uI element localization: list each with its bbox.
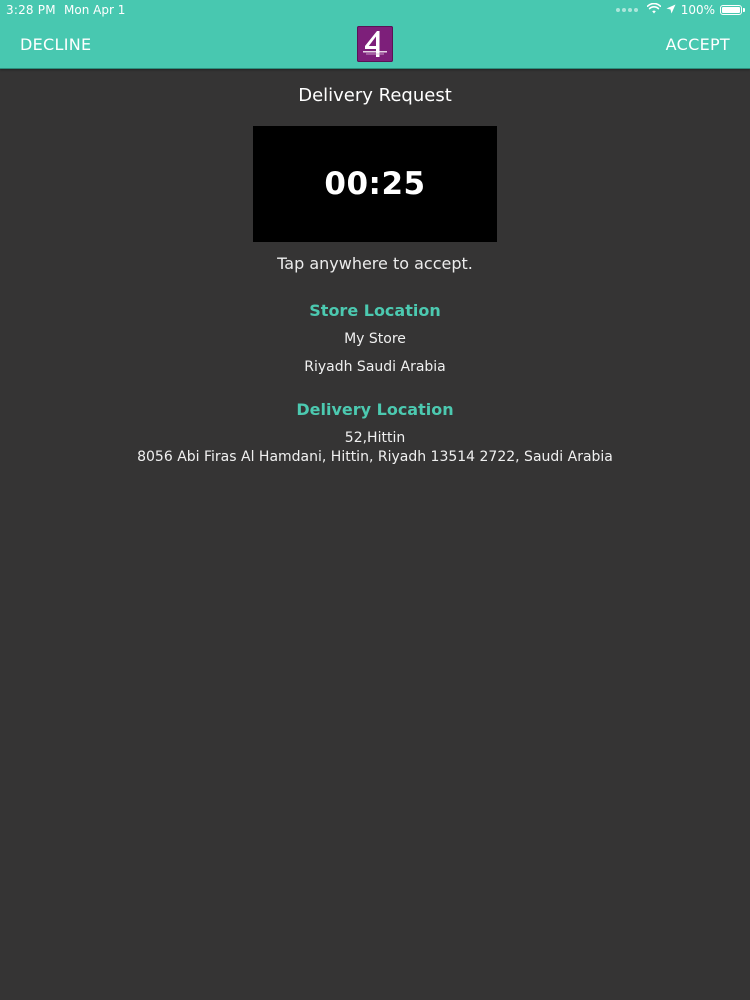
store-name: My Store bbox=[344, 331, 406, 347]
status-indicators: 100% bbox=[615, 2, 745, 17]
wifi-icon bbox=[646, 2, 661, 17]
store-location-heading: Store Location bbox=[309, 301, 441, 320]
location-arrow-icon bbox=[666, 3, 676, 17]
timer-value: 00:25 bbox=[324, 166, 426, 202]
store-city: Riyadh Saudi Arabia bbox=[304, 359, 446, 375]
delivery-address-line-2: 8056 Abi Firas Al Hamdani, Hittin, Riyad… bbox=[137, 449, 613, 465]
delivery-location-heading: Delivery Location bbox=[296, 400, 454, 419]
battery-icon bbox=[720, 5, 745, 15]
signal-dots-icon bbox=[615, 8, 638, 12]
status-bar: 3:28 PM Mon Apr 1 100% bbox=[0, 0, 750, 20]
top-navigation-bar: 3:28 PM Mon Apr 1 100% DECLINE ACCEPT bbox=[0, 0, 750, 69]
status-date: Mon Apr 1 bbox=[64, 3, 126, 17]
app-logo-icon bbox=[357, 26, 393, 62]
delivery-request-screen[interactable]: 3:28 PM Mon Apr 1 100% DECLINE ACCEPT De… bbox=[0, 0, 750, 1000]
page-title: Delivery Request bbox=[298, 85, 452, 106]
accept-button[interactable]: ACCEPT bbox=[666, 35, 730, 54]
countdown-timer[interactable]: 00:25 bbox=[253, 126, 497, 242]
delivery-address-line-1: 52,Hittin bbox=[344, 430, 406, 446]
decline-button[interactable]: DECLINE bbox=[20, 35, 91, 54]
tap-hint: Tap anywhere to accept. bbox=[277, 254, 473, 273]
battery-percent: 100% bbox=[680, 3, 715, 17]
battery-fill bbox=[722, 7, 740, 13]
status-time: 3:28 PM bbox=[6, 3, 56, 17]
